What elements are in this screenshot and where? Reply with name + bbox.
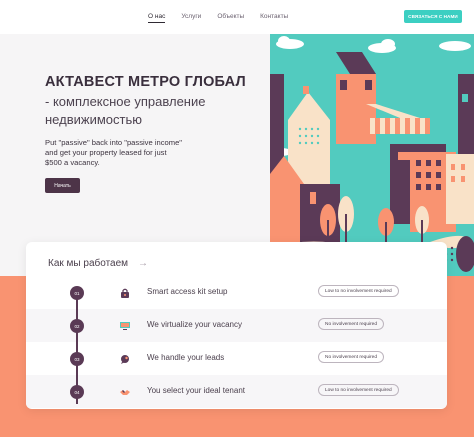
hero-title: АКТАВЕСТ МЕТРО ГЛОБАЛ <box>45 74 246 90</box>
how-we-work-header: Как мы работаем → <box>48 258 148 269</box>
step-row: We virtualize your vacancy No involvemen… <box>26 309 447 342</box>
involvement-badge: Low to no involvement required <box>318 384 399 396</box>
step-label: You select your ideal tenant <box>147 386 245 395</box>
involvement-badge: No involvement required <box>318 318 384 330</box>
step-label: We handle your leads <box>147 353 225 362</box>
step-row: We handle your leads No involvement requ… <box>26 342 447 375</box>
handshake-icon <box>120 390 130 395</box>
involvement-badge: No involvement required <box>318 351 384 363</box>
step-row: Smart access kit setup Low to no involve… <box>26 276 447 309</box>
step-number-marker: 02 <box>70 319 84 333</box>
contact-us-button[interactable]: СВЯЗАТЬСЯ С НАМИ <box>404 10 462 23</box>
city-illustration <box>270 34 474 276</box>
nav-link-services[interactable]: Услуги <box>181 13 201 23</box>
involvement-badge: Low to no involvement required <box>318 285 399 297</box>
hero-description: Put "passive" back into "passive income"… <box>45 138 182 167</box>
step-number-marker: 01 <box>70 286 84 300</box>
monitor-icon <box>120 322 130 330</box>
hero-city-illustration <box>270 34 474 276</box>
nav-link-contacts[interactable]: Контакты <box>260 13 288 23</box>
top-nav: О нас Услуги Объекты Контакты СВЯЗАТЬСЯ … <box>0 0 474 34</box>
step-label: Smart access kit setup <box>147 287 228 296</box>
how-we-work-card: Как мы работаем → Smart access kit setup… <box>26 242 447 409</box>
hero-subtitle: - комплексное управление недвижимостью <box>45 94 206 127</box>
nav-link-properties[interactable]: Объекты <box>217 13 244 23</box>
step-row: You select your ideal tenant Low to no i… <box>26 375 447 408</box>
nav-links: О нас Услуги Объекты Контакты <box>148 13 288 23</box>
chat-bubble-icon <box>121 355 129 364</box>
how-we-work-title: Как мы работаем <box>48 258 129 269</box>
step-label: We virtualize your vacancy <box>147 320 242 329</box>
lock-icon <box>121 288 129 298</box>
arrow-right-icon[interactable]: → <box>138 258 148 269</box>
nav-link-about[interactable]: О нас <box>148 13 166 23</box>
step-number-marker: 04 <box>70 385 84 399</box>
step-number-marker: 03 <box>70 352 84 366</box>
start-button[interactable]: Начать <box>45 178 80 193</box>
